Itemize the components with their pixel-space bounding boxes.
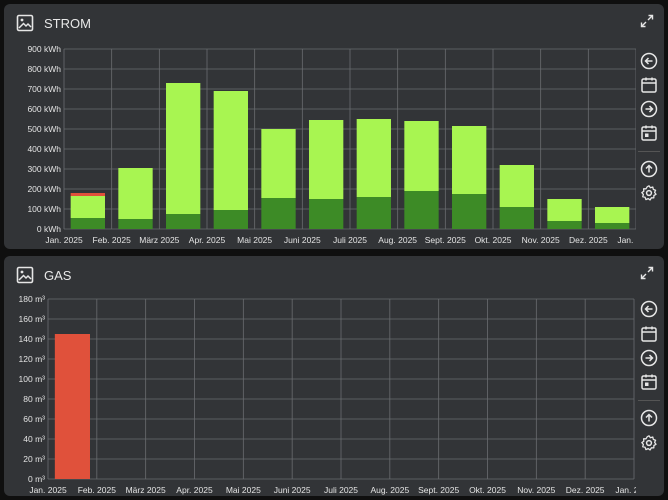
toolbar-divider (638, 400, 660, 401)
arrow-up-circle-icon[interactable] (640, 409, 658, 427)
gas-side-toolbar (638, 256, 660, 496)
x-tick-label: Apr. 2025 (176, 485, 213, 495)
x-tick-label: Jan. 2026 (617, 235, 636, 245)
bar-segment[interactable] (261, 198, 296, 229)
y-tick-label: 20 m³ (23, 454, 45, 464)
bar-segment[interactable] (70, 193, 105, 196)
y-tick-label: 200 kWh (27, 184, 61, 194)
arrow-right-circle-icon[interactable] (640, 349, 658, 367)
calendar-icon[interactable] (640, 76, 658, 94)
x-tick-label: Juni 2025 (284, 235, 321, 245)
y-tick-label: 0 kWh (37, 224, 61, 234)
x-tick-label: Juli 2025 (324, 485, 358, 495)
x-tick-label: März 2025 (126, 485, 166, 495)
x-tick-label: Aug. 2025 (378, 235, 417, 245)
y-tick-label: 80 m³ (23, 394, 45, 404)
y-tick-label: 500 kWh (27, 124, 61, 134)
x-tick-label: Sept. 2025 (425, 235, 466, 245)
bar-segment[interactable] (356, 119, 391, 197)
bar-segment[interactable] (404, 121, 439, 191)
arrow-left-circle-icon[interactable] (640, 300, 658, 318)
calendar-today-icon[interactable] (640, 373, 658, 391)
x-tick-label: Aug. 2025 (370, 485, 409, 495)
y-tick-label: 40 m³ (23, 434, 45, 444)
gear-icon[interactable] (640, 184, 658, 202)
x-tick-label: Jan. 2026 (615, 485, 636, 495)
x-tick-label: Dez. 2025 (566, 485, 605, 495)
y-tick-label: 900 kWh (27, 44, 61, 54)
y-tick-label: 600 kWh (27, 104, 61, 114)
x-tick-label: Feb. 2025 (78, 485, 117, 495)
y-tick-label: 300 kWh (27, 164, 61, 174)
strom-panel: STROM 0 kWh 100 kWh 200 kWh 300 kWh 400 kWh 5… (4, 4, 664, 249)
bar-segment[interactable] (547, 221, 582, 229)
x-tick-label: Okt. 2025 (469, 485, 506, 495)
x-tick-label: März 2025 (139, 235, 179, 245)
arrow-up-circle-icon[interactable] (640, 160, 658, 178)
bar-segment[interactable] (499, 207, 534, 229)
strom-chart: 0 kWh 100 kWh 200 kWh 300 kWh 400 kWh 500 kWh… (27, 44, 636, 245)
gear-icon[interactable] (640, 434, 658, 452)
x-tick-label: Juni 2025 (274, 485, 311, 495)
bar-segment[interactable] (404, 191, 439, 229)
bar-segment[interactable] (118, 168, 153, 219)
y-tick-label: 400 kWh (27, 144, 61, 154)
x-tick-label: Sept. 2025 (418, 485, 459, 495)
bar-segment[interactable] (309, 120, 344, 199)
y-tick-label: 0 m³ (28, 474, 45, 484)
bar-segment[interactable] (54, 334, 90, 479)
y-tick-label: 60 m³ (23, 414, 45, 424)
x-tick-label: Jan. 2025 (45, 235, 83, 245)
bar-segment[interactable] (309, 199, 344, 229)
x-tick-label: Jan. 2025 (29, 485, 67, 495)
x-tick-label: Nov. 2025 (522, 235, 560, 245)
bar-segment[interactable] (213, 91, 248, 210)
x-tick-label: Dez. 2025 (569, 235, 608, 245)
x-tick-label: Nov. 2025 (517, 485, 555, 495)
y-tick-label: 120 m³ (19, 354, 46, 364)
bar-segment[interactable] (213, 210, 248, 229)
y-tick-label: 160 m³ (19, 314, 46, 324)
toolbar-divider (638, 151, 660, 152)
bar-segment[interactable] (595, 207, 630, 223)
bar-segment[interactable] (118, 219, 153, 229)
x-tick-label: Mai 2025 (226, 485, 261, 495)
x-tick-label: Feb. 2025 (93, 235, 132, 245)
bar-segment[interactable] (356, 197, 391, 229)
x-tick-label: Mai 2025 (237, 235, 272, 245)
bar-segment[interactable] (595, 223, 630, 229)
bar-segment[interactable] (499, 165, 534, 207)
y-tick-label: 140 m³ (19, 334, 46, 344)
bar-segment[interactable] (452, 194, 487, 229)
bar-segment[interactable] (70, 196, 105, 218)
x-tick-label: Apr. 2025 (189, 235, 226, 245)
y-tick-label: 800 kWh (27, 64, 61, 74)
strom-side-toolbar (638, 4, 660, 249)
bar-segment[interactable] (452, 126, 487, 194)
bar-segment[interactable] (70, 218, 105, 229)
bar-segment[interactable] (166, 214, 201, 229)
arrow-left-circle-icon[interactable] (640, 52, 658, 70)
y-tick-label: 700 kWh (27, 84, 61, 94)
bar-segment[interactable] (547, 199, 582, 221)
bar-segment[interactable] (166, 83, 201, 214)
y-tick-label: 100 kWh (27, 204, 61, 214)
bar-segment[interactable] (261, 129, 296, 198)
calendar-icon[interactable] (640, 325, 658, 343)
y-tick-label: 180 m³ (19, 294, 46, 304)
gas-chart: 0 m³ 20 m³ 40 m³ 60 m³ 80 m³ 100 m³ 120 m³ 140 … (19, 294, 636, 495)
y-tick-label: 100 m³ (19, 374, 46, 384)
arrow-right-circle-icon[interactable] (640, 100, 658, 118)
x-tick-label: Juli 2025 (333, 235, 367, 245)
x-tick-label: Okt. 2025 (475, 235, 512, 245)
calendar-today-icon[interactable] (640, 124, 658, 142)
gas-panel: GAS 0 m³ 20 m³ 40 m³ 60 m³ 80 m³ 100 m³ 120 m³… (4, 256, 664, 496)
